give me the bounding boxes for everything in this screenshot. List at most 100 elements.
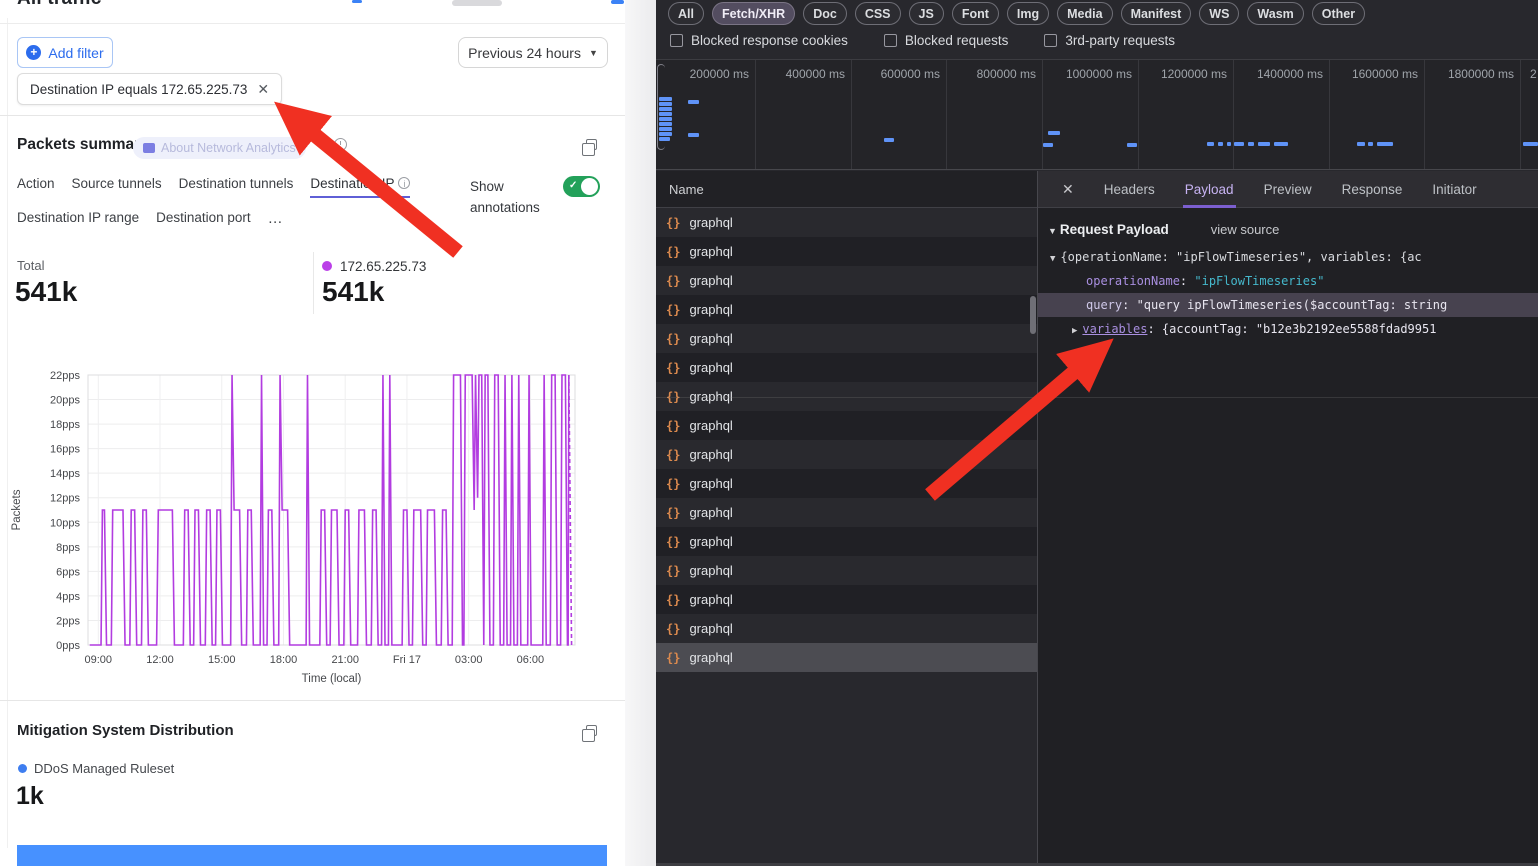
checkbox-icon[interactable] xyxy=(670,34,683,47)
request-payload-title[interactable]: ▼Request Payload xyxy=(1048,222,1169,237)
payload-query-row[interactable]: query: "query ipFlowTimeseries($accountT… xyxy=(1038,293,1538,317)
filter-pill-media[interactable]: Media xyxy=(1057,2,1112,25)
request-row[interactable]: {}graphql xyxy=(656,527,1037,556)
detail-tab-headers[interactable]: Headers xyxy=(1104,171,1155,208)
analytics-panel: All traffic + Add filter Previous 24 hou… xyxy=(0,0,625,866)
timeline-request-bar xyxy=(1207,142,1214,146)
add-filter-button[interactable]: + Add filter xyxy=(17,37,113,68)
screenshot-seam xyxy=(656,397,1538,398)
json-request-icon: {} xyxy=(666,274,680,288)
svg-text:18pps: 18pps xyxy=(50,419,80,431)
svg-text:6pps: 6pps xyxy=(56,566,80,578)
tab-destination-ip-range[interactable]: Destination IP range xyxy=(17,210,139,234)
expanded-triangle-icon[interactable]: ▼ xyxy=(1050,254,1055,264)
request-name: graphql xyxy=(689,331,732,346)
screenshot-stage: All traffic + Add filter Previous 24 hou… xyxy=(0,0,1538,866)
payload-summary-line[interactable]: ▼{operationName: "ipFlowTimeseries", var… xyxy=(1038,245,1538,269)
collapsed-triangle-icon[interactable]: ▶ xyxy=(1072,326,1077,336)
request-name: graphql xyxy=(689,592,732,607)
view-source-link[interactable]: view source xyxy=(1211,222,1280,237)
detail-tab-response[interactable]: Response xyxy=(1342,171,1403,208)
detail-tab-preview[interactable]: Preview xyxy=(1264,171,1312,208)
timeline-request-bar xyxy=(688,100,699,104)
expand-card-icon[interactable] xyxy=(586,139,597,150)
request-row[interactable]: {}graphql xyxy=(656,643,1037,672)
timeline-request-bar xyxy=(688,133,699,137)
timeline-tick-label: 1200000 ms xyxy=(1151,67,1227,81)
more-tabs-button[interactable]: … xyxy=(268,210,284,234)
filter-pill-other[interactable]: Other xyxy=(1312,2,1365,25)
svg-text:06:00: 06:00 xyxy=(517,654,545,666)
payload-variables-row[interactable]: ▶variables: {accountTag: "b12e3b2192ee55… xyxy=(1038,317,1538,341)
total-label: Total xyxy=(17,258,44,273)
filter-pill-all[interactable]: All xyxy=(668,2,704,25)
annotations-toggle[interactable]: ✓ xyxy=(563,176,600,197)
timeline-gridline xyxy=(1520,60,1521,170)
payload-operationname-row: operationName: "ipFlowTimeseries" xyxy=(1038,269,1538,293)
filter-pill-font[interactable]: Font xyxy=(952,2,999,25)
stats-divider xyxy=(313,252,314,314)
request-row[interactable]: {}graphql xyxy=(656,585,1037,614)
json-request-icon: {} xyxy=(666,245,680,259)
packets-timeseries-chart: 0pps2pps4pps6pps8pps10pps12pps14pps16pps… xyxy=(0,358,625,693)
timeline-request-bar xyxy=(1043,143,1053,147)
request-row[interactable]: {}graphql xyxy=(656,208,1037,237)
dimension-tabs-row2: Destination IP range Destination port … xyxy=(17,210,284,234)
request-row[interactable]: {}graphql xyxy=(656,324,1037,353)
request-row[interactable]: {}graphql xyxy=(656,295,1037,324)
clipped-control xyxy=(452,0,502,6)
about-network-analytics-badge[interactable]: About Network Analytics xyxy=(133,137,306,159)
detail-tab-payload[interactable]: Payload xyxy=(1185,171,1234,208)
tab-source-tunnels[interactable]: Source tunnels xyxy=(72,176,162,198)
filter-pill-manifest[interactable]: Manifest xyxy=(1121,2,1192,25)
tab-destination-ip[interactable]: Destination IPi xyxy=(310,176,410,198)
checkbox-icon[interactable] xyxy=(1044,34,1057,47)
detail-tab-initiator[interactable]: Initiator xyxy=(1432,171,1476,208)
filter-pill-doc[interactable]: Doc xyxy=(803,2,847,25)
tab-destination-port[interactable]: Destination port xyxy=(156,210,251,234)
time-range-dropdown[interactable]: Previous 24 hours ▼ xyxy=(458,37,608,68)
json-request-icon: {} xyxy=(666,651,680,665)
timeline-request-bar xyxy=(659,97,672,101)
request-row[interactable]: {}graphql xyxy=(656,411,1037,440)
request-name: graphql xyxy=(689,621,732,636)
show-annotations-label: Show annotations xyxy=(470,176,560,218)
request-row[interactable]: {}graphql xyxy=(656,266,1037,295)
timeline-request-bar xyxy=(1274,142,1288,146)
tab-destination-tunnels[interactable]: Destination tunnels xyxy=(179,176,294,198)
svg-text:21:00: 21:00 xyxy=(331,654,359,666)
request-row[interactable]: {}graphql xyxy=(656,498,1037,527)
request-row[interactable]: {}graphql xyxy=(656,556,1037,585)
section-divider xyxy=(0,115,625,116)
request-row[interactable]: {}graphql xyxy=(656,469,1037,498)
request-row[interactable]: {}graphql xyxy=(656,440,1037,469)
request-row[interactable]: {}graphql xyxy=(656,353,1037,382)
checkbox-blocked-response-cookies[interactable]: Blocked response cookies xyxy=(670,33,848,48)
checkbox-blocked-requests[interactable]: Blocked requests xyxy=(884,33,1009,48)
filter-pill-img[interactable]: Img xyxy=(1007,2,1049,25)
network-timeline-overview[interactable]: 200000 ms400000 ms600000 ms800000 ms1000… xyxy=(656,59,1538,170)
close-icon[interactable]: ✕ xyxy=(1062,181,1074,198)
request-row[interactable]: {}graphql xyxy=(656,237,1037,266)
request-list-scrollbar[interactable] xyxy=(1030,296,1036,334)
filter-pill-css[interactable]: CSS xyxy=(855,2,901,25)
remove-filter-icon[interactable]: ✕ xyxy=(257,81,269,98)
request-row[interactable]: {}graphql xyxy=(656,614,1037,643)
checkbox-3rd-party-requests[interactable]: 3rd-party requests xyxy=(1044,33,1175,48)
filter-pill-fetch-xhr[interactable]: Fetch/XHR xyxy=(712,2,795,25)
request-filter-checkboxes: Blocked response cookies Blocked requests… xyxy=(670,33,1175,48)
expand-card-icon[interactable] xyxy=(586,725,597,736)
name-column-header[interactable]: Name xyxy=(656,171,1037,208)
detail-tab-bar: ✕ Headers Payload Preview Response Initiator xyxy=(1038,171,1538,208)
timeline-request-bar xyxy=(659,107,672,111)
request-name: graphql xyxy=(689,418,732,433)
svg-text:Fri 17: Fri 17 xyxy=(393,654,421,666)
filter-pill-ws[interactable]: WS xyxy=(1199,2,1239,25)
filter-pill-wasm[interactable]: Wasm xyxy=(1247,2,1303,25)
tab-action[interactable]: Action xyxy=(17,176,55,198)
filter-pill-js[interactable]: JS xyxy=(909,2,944,25)
checkbox-icon[interactable] xyxy=(884,34,897,47)
svg-text:22pps: 22pps xyxy=(50,370,80,382)
timeline-request-bar xyxy=(1258,142,1270,146)
svg-text:0pps: 0pps xyxy=(56,640,80,652)
